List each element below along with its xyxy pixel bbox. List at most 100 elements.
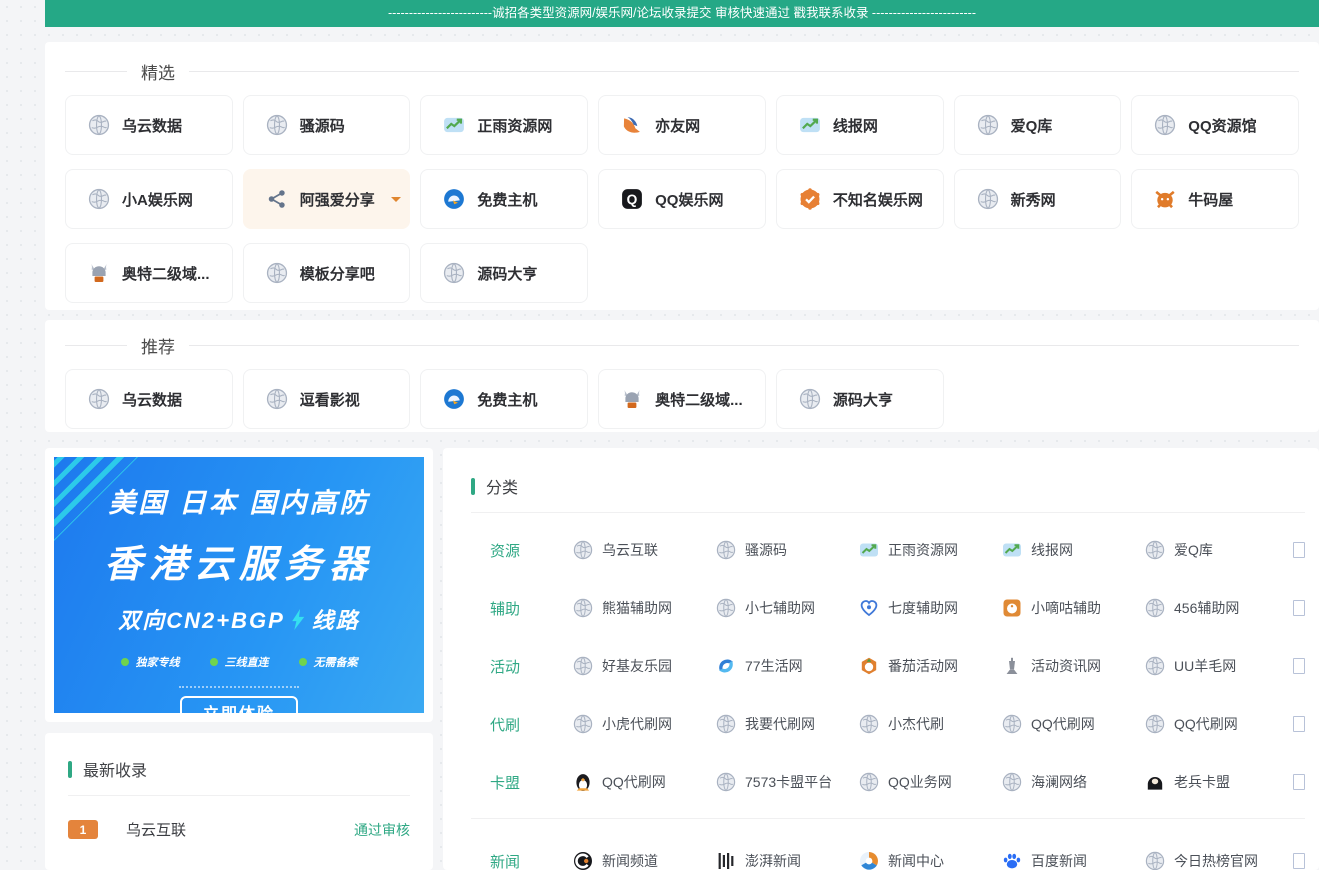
- category-site-link[interactable]: 77生活网: [716, 656, 859, 676]
- category-site-link[interactable]: 骚源码: [716, 540, 859, 560]
- ad-feature: 无需备案: [299, 654, 358, 670]
- category-site-link[interactable]: 正雨资源网: [859, 540, 1002, 560]
- category-site-link[interactable]: 456辅助网: [1145, 598, 1288, 618]
- category-site-link[interactable]: 乌云互联: [573, 540, 716, 560]
- site-card[interactable]: 小A娱乐网: [65, 169, 233, 229]
- category-site-label: 7573卡盟平台: [745, 772, 832, 792]
- category-site-link[interactable]: QQ代刷网: [573, 772, 716, 792]
- category-site-label: 海澜网络: [1031, 772, 1087, 792]
- category-site-link[interactable]: 爱Q库: [1145, 540, 1288, 560]
- green-bar-icon: [471, 478, 475, 495]
- category-label[interactable]: 卡盟: [490, 772, 573, 793]
- host-icon: [443, 188, 465, 210]
- recommended-title: 推荐: [141, 333, 175, 358]
- site-card[interactable]: 爱Q库: [954, 95, 1122, 155]
- category-site-label: 77生活网: [745, 656, 803, 676]
- latest-site-label: 乌云互联: [126, 819, 354, 840]
- category-site-link[interactable]: 澎湃新闻: [716, 851, 859, 870]
- category-site-link[interactable]: 番茄活动网: [859, 656, 1002, 676]
- category-site-link[interactable]: 百度新闻: [1002, 851, 1145, 870]
- category-site-link[interactable]: QQ业务网: [859, 772, 1002, 792]
- category-site-link[interactable]: 活动资讯网: [1002, 656, 1145, 676]
- category-panel: 分类 资源乌云互联骚源码正雨资源网线报网爱Q库辅助熊猫辅助网小七辅助网七度辅助网…: [443, 448, 1319, 870]
- penguin-icon: [573, 772, 593, 792]
- category-site-link[interactable]: 线报网: [1002, 540, 1145, 560]
- site-card[interactable]: 骚源码: [243, 95, 411, 155]
- category-site-link[interactable]: QQ代刷网: [1002, 714, 1145, 734]
- category-site-link[interactable]: 小虎代刷网: [573, 714, 716, 734]
- row-more-icon[interactable]: [1293, 658, 1305, 674]
- category-label[interactable]: 代刷: [490, 714, 573, 735]
- site-card[interactable]: 奥特二级域...: [598, 369, 766, 429]
- ad-cta-button[interactable]: 立即体验: [180, 696, 298, 713]
- site-card[interactable]: 免费主机: [420, 169, 588, 229]
- category-label[interactable]: 新闻: [490, 851, 573, 870]
- ad-feature-label: 无需备案: [314, 654, 358, 670]
- category-site-label: 百度新闻: [1031, 851, 1087, 870]
- site-card[interactable]: QQQ娱乐网: [598, 169, 766, 229]
- category-site-link[interactable]: 我要代刷网: [716, 714, 859, 734]
- category-site-link[interactable]: 新闻频道: [573, 851, 716, 870]
- ad-subtitle: 双向CN2+BGP 线路: [54, 603, 424, 635]
- site-card[interactable]: 模板分享吧: [243, 243, 411, 303]
- category-site-link[interactable]: 熊猫辅助网: [573, 598, 716, 618]
- site-card[interactable]: 乌云数据: [65, 95, 233, 155]
- site-card[interactable]: 阿强爱分享: [243, 169, 411, 229]
- site-card[interactable]: 线报网: [776, 95, 944, 155]
- category-site-link[interactable]: 海澜网络: [1002, 772, 1145, 792]
- site-card[interactable]: 正雨资源网: [420, 95, 588, 155]
- category-site-link[interactable]: 小嘀咕辅助: [1002, 598, 1145, 618]
- site-card-label: 逗看影视: [300, 389, 360, 410]
- lightning-icon: [292, 609, 305, 630]
- row-more-icon[interactable]: [1293, 716, 1305, 732]
- category-site-link[interactable]: 好基友乐园: [573, 656, 716, 676]
- latest-row[interactable]: 1乌云互联通过审核: [68, 819, 410, 840]
- host-icon: [443, 388, 465, 410]
- category-site-link[interactable]: 小杰代刷: [859, 714, 1002, 734]
- category-site-label: 小嘀咕辅助: [1031, 598, 1101, 618]
- category-row: 活动好基友乐园 77生活网 番茄活动网 活动资讯网 UU羊毛网: [471, 637, 1305, 695]
- cnews-icon: [573, 851, 593, 870]
- site-card[interactable]: 新秀网: [954, 169, 1122, 229]
- globe-icon: [799, 388, 821, 410]
- category-row: 卡盟QQ代刷网 7573卡盟平台 QQ业务网 海澜网络 老兵卡盟: [471, 753, 1305, 811]
- globe-icon: [1145, 714, 1165, 734]
- site-card[interactable]: 亦友网: [598, 95, 766, 155]
- category-site-link[interactable]: 今日热榜官网: [1145, 851, 1288, 870]
- heart-icon: [859, 598, 879, 618]
- category-site-label: 活动资讯网: [1031, 656, 1101, 676]
- category-row: 代刷小虎代刷网我要代刷网小杰代刷QQ代刷网QQ代刷网: [471, 695, 1305, 753]
- cloud-server-ad-banner[interactable]: 美国 日本 国内高防 香港云服务器 双向CN2+BGP 线路 独家专线三线直连无…: [54, 457, 424, 713]
- row-more-icon[interactable]: [1293, 600, 1305, 616]
- category-label[interactable]: 辅助: [490, 598, 573, 619]
- category-site-link[interactable]: 新闻中心: [859, 851, 1002, 870]
- category-site-label: 新闻频道: [602, 851, 658, 870]
- globe-icon: [1145, 656, 1165, 676]
- category-site-link[interactable]: 老兵卡盟: [1145, 772, 1288, 792]
- category-site-link[interactable]: 7573卡盟平台: [716, 772, 859, 792]
- site-card[interactable]: 牛码屋: [1131, 169, 1299, 229]
- row-more-icon[interactable]: [1293, 853, 1305, 869]
- category-site-link[interactable]: QQ代刷网: [1145, 714, 1288, 734]
- site-card[interactable]: 免费主机: [420, 369, 588, 429]
- green-dot-icon: [121, 658, 129, 666]
- category-site-link[interactable]: 七度辅助网: [859, 598, 1002, 618]
- row-more-icon[interactable]: [1293, 542, 1305, 558]
- site-card[interactable]: 源码大亨: [776, 369, 944, 429]
- site-card[interactable]: 奥特二级域...: [65, 243, 233, 303]
- site-card[interactable]: 乌云数据: [65, 369, 233, 429]
- site-card[interactable]: 不知名娱乐网: [776, 169, 944, 229]
- row-more-icon[interactable]: [1293, 774, 1305, 790]
- site-card-label: 骚源码: [300, 115, 345, 136]
- category-label[interactable]: 资源: [490, 540, 573, 561]
- category-site-link[interactable]: UU羊毛网: [1145, 656, 1288, 676]
- category-site-link[interactable]: 小七辅助网: [716, 598, 859, 618]
- globe-icon: [573, 540, 593, 560]
- site-card-label: 免费主机: [477, 189, 537, 210]
- site-card[interactable]: QQ资源馆: [1131, 95, 1299, 155]
- announcement-banner[interactable]: -------------------------诚招各类型资源网/娱乐网/论坛…: [45, 0, 1319, 27]
- site-card[interactable]: 源码大亨: [420, 243, 588, 303]
- category-label[interactable]: 活动: [490, 656, 573, 677]
- ad-subtitle-right: 线路: [312, 603, 360, 635]
- site-card[interactable]: 逗看影视: [243, 369, 411, 429]
